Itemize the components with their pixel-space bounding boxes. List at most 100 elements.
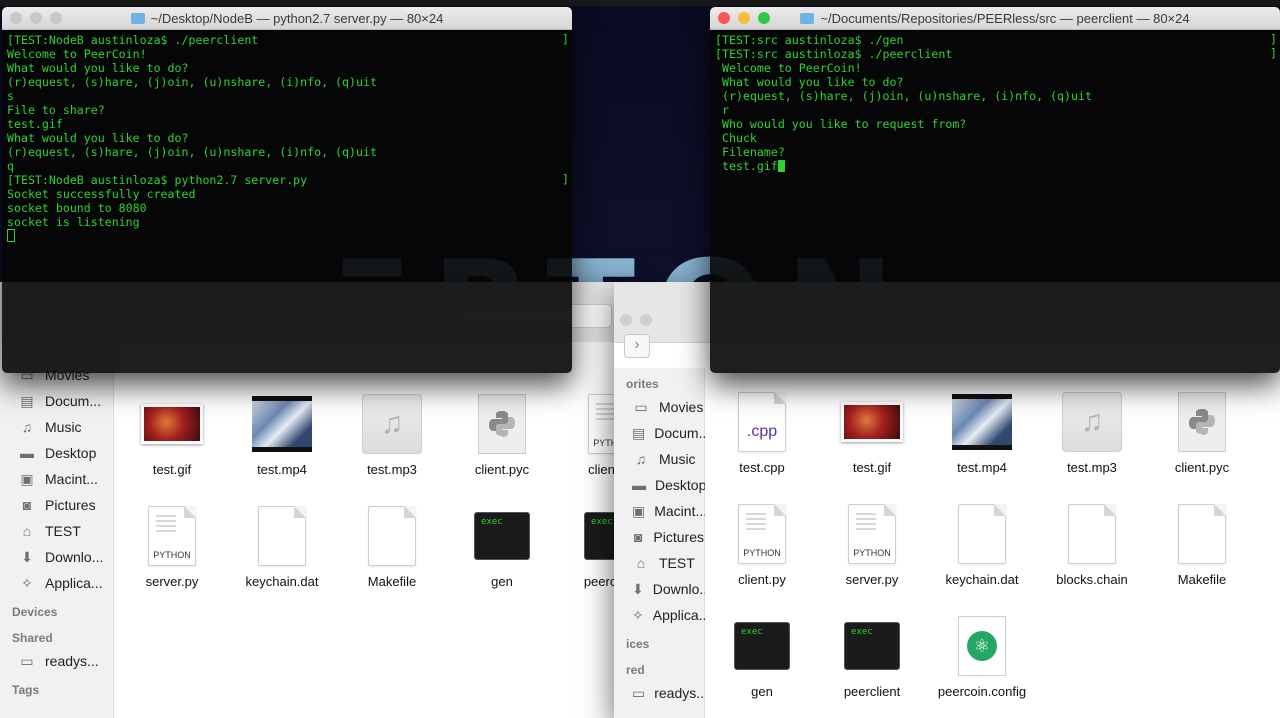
file-thumbnail <box>470 392 534 456</box>
sidebar-item[interactable]: ⬇ Downlo... <box>0 544 113 570</box>
window-title: ~/Documents/Repositories/PEERless/src — … <box>710 11 1280 26</box>
file-item[interactable]: .cpp test.cpp <box>707 390 817 475</box>
file-thumbnail: PYTHON <box>730 502 794 566</box>
document-icon <box>1068 504 1116 564</box>
file-item[interactable]: client.pyc <box>447 392 557 477</box>
terminal-exec-icon: exec <box>844 622 900 670</box>
file-item[interactable]: exec gen <box>447 504 557 589</box>
file-item[interactable]: ♫ test.mp3 <box>1037 390 1147 475</box>
sidebar-item[interactable]: ♫ Music <box>0 414 113 440</box>
sidebar-item-label: Downlo... <box>45 549 104 565</box>
applications-icon: ✧ <box>21 574 33 591</box>
image-thumbnail <box>141 404 203 444</box>
forward-button[interactable]: › <box>624 334 650 358</box>
file-item[interactable]: test.mp4 <box>927 390 1037 475</box>
sidebar-item[interactable]: ◙ Pictures <box>614 524 704 550</box>
desktop-icon: ▬ <box>632 477 646 493</box>
file-item[interactable]: PYTHON server.py <box>817 502 927 587</box>
terminal-line: (r)equest, (s)hare, (j)oin, (u)nshare, (… <box>715 89 1092 103</box>
terminal-titlebar[interactable]: ~/Documents/Repositories/PEERless/src — … <box>710 7 1280 30</box>
file-thumbnail: ♫ <box>360 392 424 456</box>
sidebar-item[interactable]: ⌂ TEST <box>614 550 704 576</box>
terminal-output[interactable]: [TEST:src austinloza$ ./gen [TEST:src au… <box>710 30 1280 176</box>
file-item[interactable]: test.gif <box>817 390 927 475</box>
terminal-window-src[interactable]: ~/Documents/Repositories/PEERless/src — … <box>710 7 1280 373</box>
file-item[interactable]: ♫ test.mp3 <box>337 392 447 477</box>
sidebar-section-header: red <box>626 663 645 677</box>
file-name: server.py <box>145 574 199 589</box>
close-button[interactable] <box>620 314 632 326</box>
file-name: client.py <box>738 572 786 587</box>
sidebar-item-label: Music <box>659 451 696 467</box>
sidebar-item-label: Applica... <box>45 575 103 591</box>
file-item[interactable]: PYTHON server.py <box>117 504 227 589</box>
sidebar-item[interactable]: ▣ Macint... <box>0 466 113 492</box>
file-item[interactable]: test.gif <box>117 392 227 477</box>
terminal-window-nodeb[interactable]: ~/Desktop/NodeB — python2.7 server.py — … <box>2 7 572 373</box>
document-icon: ▤ <box>20 392 34 409</box>
window-title: ~/Desktop/NodeB — python2.7 server.py — … <box>2 11 572 26</box>
terminal-line: test.gif <box>715 159 778 173</box>
sidebar-item[interactable]: ▣ Macint... <box>614 498 707 524</box>
file-item[interactable]: Makefile <box>337 504 447 589</box>
file-name: blocks.chain <box>1056 572 1128 587</box>
sidebar-item-label: Macint... <box>45 471 98 487</box>
file-item[interactable]: exec gen <box>707 614 817 699</box>
sidebar-item-label: readys... <box>654 685 708 701</box>
python-file-icon: PYTHON <box>848 504 896 564</box>
sidebar-item[interactable]: ▤ Docum... <box>0 388 113 414</box>
sidebar-item[interactable]: ✧ Applica... <box>614 602 710 628</box>
terminal-line: q <box>7 159 14 173</box>
file-item[interactable]: ⚛ peercoin.config <box>927 614 1037 699</box>
terminal-line: socket is listening <box>7 215 140 229</box>
file-name: peerclient <box>843 684 901 699</box>
file-thumbnail <box>140 392 204 456</box>
file-grid: test.gif test.mp4 ♫ test.mp3 client.pyc PYTHO… <box>114 342 622 718</box>
sidebar-item[interactable]: ✧ Applica... <box>0 570 113 596</box>
file-item[interactable]: PYTHON client.py <box>707 502 817 587</box>
sidebar-item[interactable]: ▬ Desktop <box>0 440 113 466</box>
file-type-tag: PYTHON <box>743 548 781 558</box>
sidebar-item[interactable]: ▭ readys... <box>614 680 708 706</box>
file-item[interactable]: client.pyc <box>1147 390 1257 475</box>
terminal-titlebar[interactable]: ~/Desktop/NodeB — python2.7 server.py — … <box>2 7 572 30</box>
exec-label: exec <box>481 517 503 527</box>
minimize-button[interactable] <box>640 314 652 326</box>
music-file-icon: ♫ <box>1062 392 1122 452</box>
file-item[interactable]: test.mp4 <box>227 392 337 477</box>
sidebar-item[interactable]: ♫ Music <box>614 446 704 472</box>
file-item[interactable]: exec peerclient <box>817 614 927 699</box>
sidebar-item-label: Applica... <box>652 607 711 623</box>
file-item[interactable]: blocks.chain <box>1037 502 1147 587</box>
sidebar-item[interactable]: ▭ Movies <box>614 394 704 420</box>
sidebar-item-label: TEST <box>659 555 695 571</box>
terminal-output[interactable]: [TEST:NodeB austinloza$ ./peerclient Wel… <box>2 30 572 246</box>
sidebar-item[interactable]: ◙ Pictures <box>0 492 113 518</box>
monitor-icon: ▭ <box>632 684 646 701</box>
terminal-line: Who would you like to request from? <box>715 117 967 131</box>
sidebar-item[interactable]: ⬇ Downlo... <box>614 576 711 602</box>
sidebar-item[interactable]: ▤ Docum... <box>614 420 710 446</box>
sidebar-item[interactable]: ⌂ TEST <box>0 518 113 544</box>
document-icon <box>958 504 1006 564</box>
file-thumbnail <box>250 504 314 568</box>
file-item[interactable]: exec peerclient <box>557 504 622 589</box>
sidebar-item-label: TEST <box>45 523 81 539</box>
file-item[interactable]: PYTHONclient.py <box>557 392 622 477</box>
music-file-icon: ♫ <box>362 394 422 454</box>
sidebar-section-header: ices <box>626 637 650 651</box>
scroll-marker: ] <box>562 32 569 46</box>
sidebar-item[interactable]: ▬ Desktop <box>614 472 706 498</box>
python-compiled-icon <box>1178 392 1226 452</box>
terminal-line: [TEST:NodeB austinloza$ python2.7 server… <box>7 173 308 187</box>
sidebar-item[interactable]: ▭ readys... <box>0 648 113 674</box>
file-thumbnail <box>950 502 1014 566</box>
file-item[interactable]: Makefile <box>1147 502 1257 587</box>
file-thumbnail <box>1170 390 1234 454</box>
document-icon <box>368 506 416 566</box>
file-item[interactable]: keychain.dat <box>227 504 337 589</box>
file-item[interactable]: keychain.dat <box>927 502 1037 587</box>
music-note-icon: ♫ <box>21 419 33 435</box>
atom-icon: ⚛ <box>967 631 997 661</box>
window-controls <box>620 314 652 326</box>
